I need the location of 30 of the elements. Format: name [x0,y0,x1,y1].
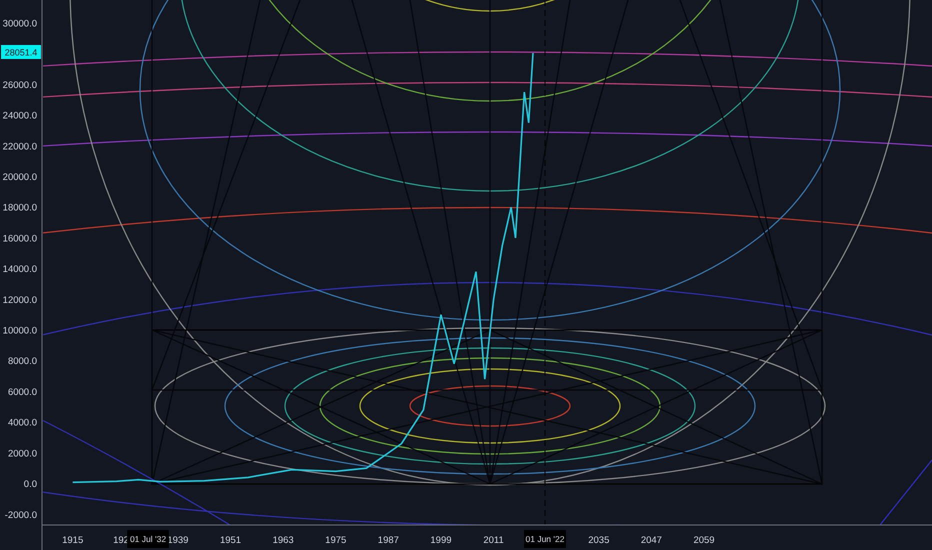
price-tick-label: 2000.0 [8,448,37,460]
price-tick-label: 14000.0 [2,264,37,276]
time-tick-label: 2059 [693,535,715,546]
price-tick-label: 22000.0 [2,141,37,152]
price-tick-label: 4000.0 [8,418,37,429]
time-tick-label: 1975 [325,535,346,546]
last-price-tag: 28051.4 [1,45,41,59]
time-tick-label: 1939 [167,535,188,546]
price-tick-label: 20000.0 [2,172,37,184]
time-tick-label: 1987 [378,535,399,546]
date-marker-label: 01 Jun '22 [524,530,566,548]
price-tick-label: 8000.0 [8,356,37,368]
price-tick-label: 24000.0 [2,110,37,122]
price-tick-label: 6000.0 [8,386,37,398]
price-tick-label: 10000.0 [2,326,37,337]
time-tick-label: 2011 [483,535,504,546]
price-tick-label: -2000.0 [4,510,37,521]
time-tick-label: 1999 [430,535,452,546]
time-tick-label: 2047 [640,535,662,546]
price-tick-label: 30000.0 [2,18,37,30]
time-tick-label: 1963 [272,535,294,546]
time-tick-label: 1951 [220,535,242,546]
price-tick-label: 26000.0 [2,80,37,91]
price-tick-label: 18000.0 [2,202,37,214]
time-tick-label: 2035 [588,535,610,546]
price-tick-label: 12000.0 [2,294,37,306]
price-tick-label: 0.0 [24,479,37,490]
time-tick-label: 1915 [62,535,84,546]
date-marker-label: 01 Jul '32 [127,530,169,548]
price-tick-label: 16000.0 [2,233,37,244]
